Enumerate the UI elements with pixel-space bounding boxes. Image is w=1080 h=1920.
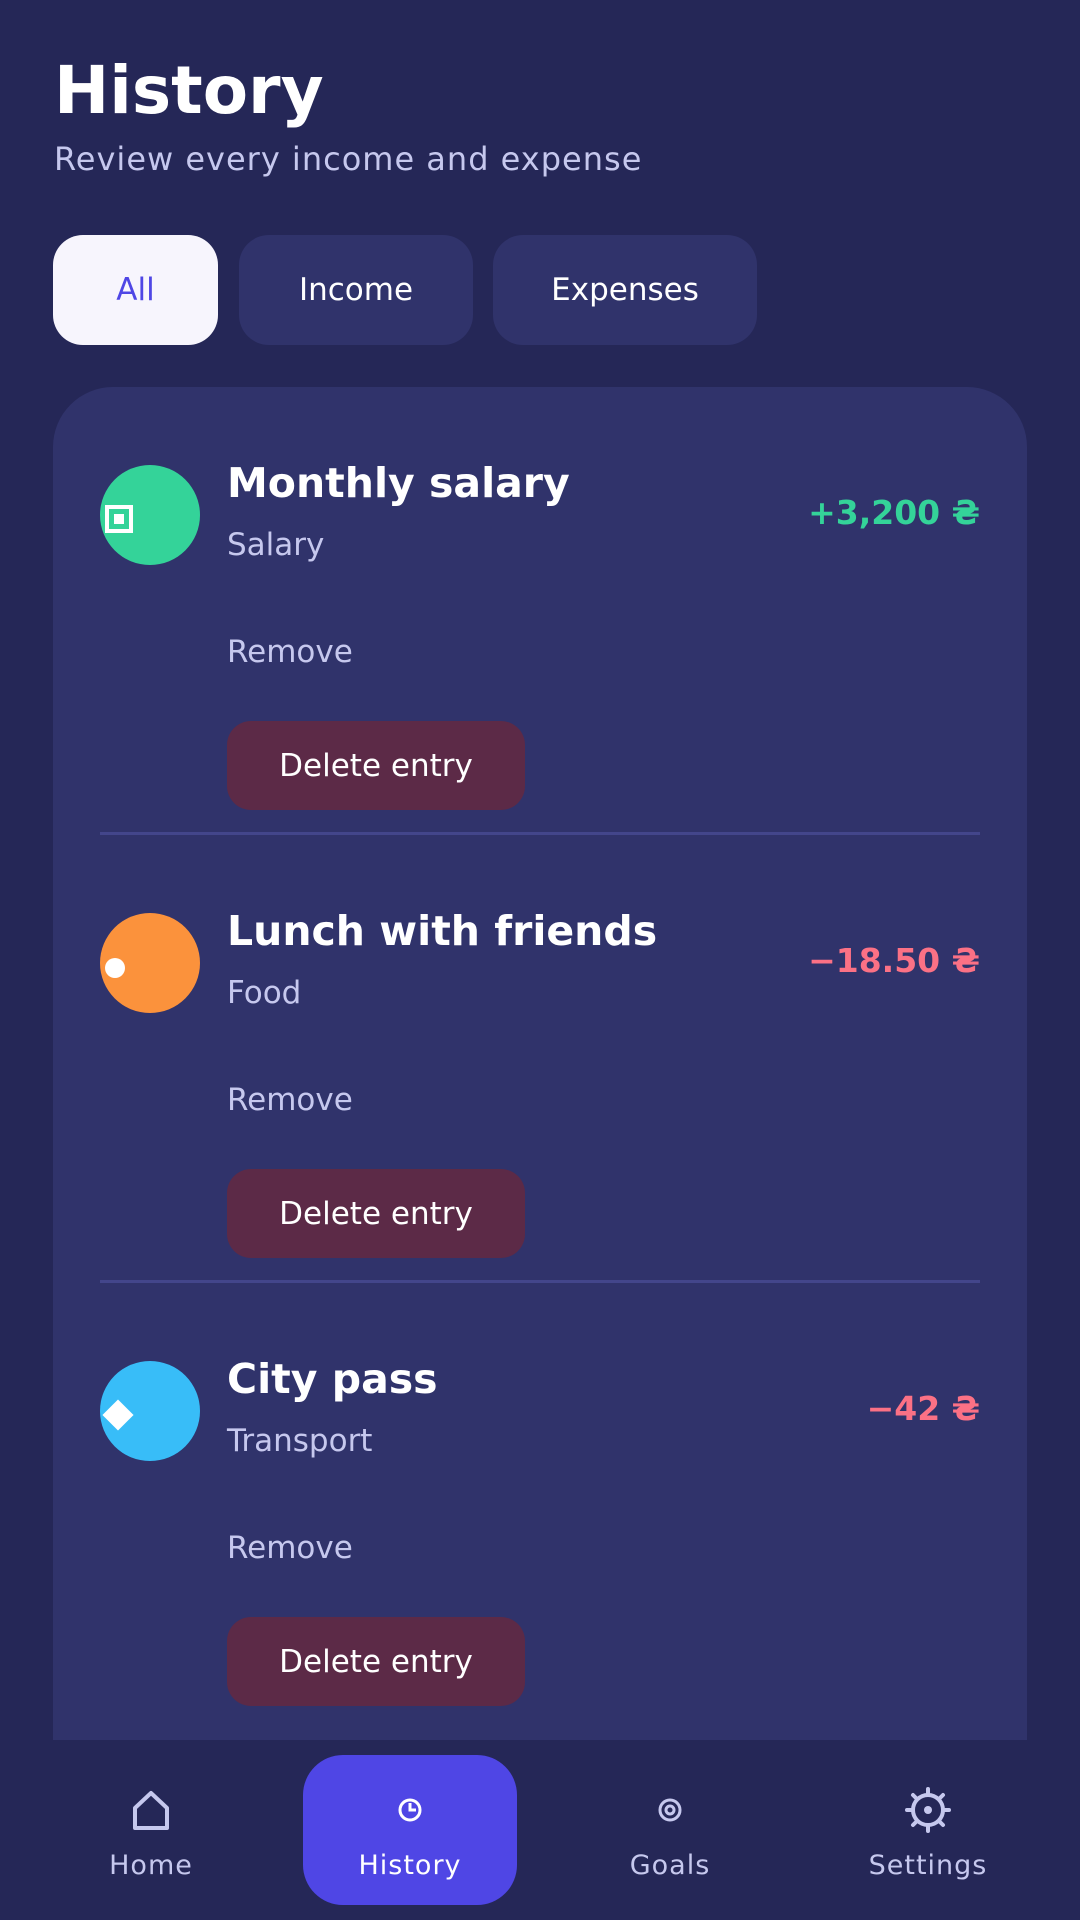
nav-label: Goals <box>629 1849 711 1881</box>
category-avatar <box>100 1361 200 1461</box>
target-icon <box>655 1780 685 1840</box>
list-item: Lunch with friends Food −18.50 ₴ Remove … <box>53 835 1027 1283</box>
list-item: Monthly salary Salary +3,200 ₴ Remove De… <box>53 387 1027 835</box>
entry-category: Transport <box>227 1423 373 1459</box>
entry-amount: −18.50 ₴ <box>808 941 980 980</box>
entry-title: City pass <box>227 1355 438 1403</box>
entry-category: Salary <box>227 527 325 563</box>
delete-entry-button[interactable]: Delete entry <box>227 1617 525 1706</box>
category-avatar <box>100 465 200 565</box>
page-subtitle: Review every income and expense <box>54 140 643 178</box>
filter-tab-all[interactable]: All <box>53 235 218 345</box>
nav-item-goals[interactable]: Goals <box>563 1755 777 1905</box>
entry-amount: +3,200 ₴ <box>808 493 980 532</box>
nav-label: Home <box>109 1849 193 1881</box>
clock-icon <box>395 1780 425 1840</box>
entry-title: Monthly salary <box>227 459 570 507</box>
nav-label: History <box>358 1849 462 1881</box>
entry-amount: −42 ₴ <box>866 1389 980 1428</box>
gear-icon <box>905 1780 951 1840</box>
home-icon <box>131 1780 171 1840</box>
delete-entry-button[interactable]: Delete entry <box>227 721 525 810</box>
delete-entry-button[interactable]: Delete entry <box>227 1169 525 1258</box>
nav-item-settings[interactable]: Settings <box>821 1755 1035 1905</box>
nav-item-history[interactable]: History <box>303 1755 517 1905</box>
bottom-navigation: Home History Goals Settings <box>0 1740 1080 1920</box>
filter-tab-income[interactable]: Income <box>239 235 473 345</box>
nav-label: Settings <box>868 1849 988 1881</box>
category-avatar <box>100 913 200 1013</box>
remove-label: Remove <box>227 1530 353 1566</box>
entry-category: Food <box>227 975 302 1011</box>
page-title: History <box>54 52 324 129</box>
list-item: City pass Transport −42 ₴ Remove Delete … <box>53 1283 1027 1731</box>
transport-icon <box>102 1399 134 1431</box>
nav-item-home[interactable]: Home <box>44 1755 258 1905</box>
remove-label: Remove <box>227 634 353 670</box>
food-icon <box>105 958 125 978</box>
remove-label: Remove <box>227 1082 353 1118</box>
entry-title: Lunch with friends <box>227 907 658 955</box>
transactions-list: Monthly salary Salary +3,200 ₴ Remove De… <box>53 387 1027 1747</box>
salary-icon <box>105 505 133 533</box>
history-screen: History Review every income and expense … <box>0 0 1080 1920</box>
filter-tab-expenses[interactable]: Expenses <box>493 235 757 345</box>
